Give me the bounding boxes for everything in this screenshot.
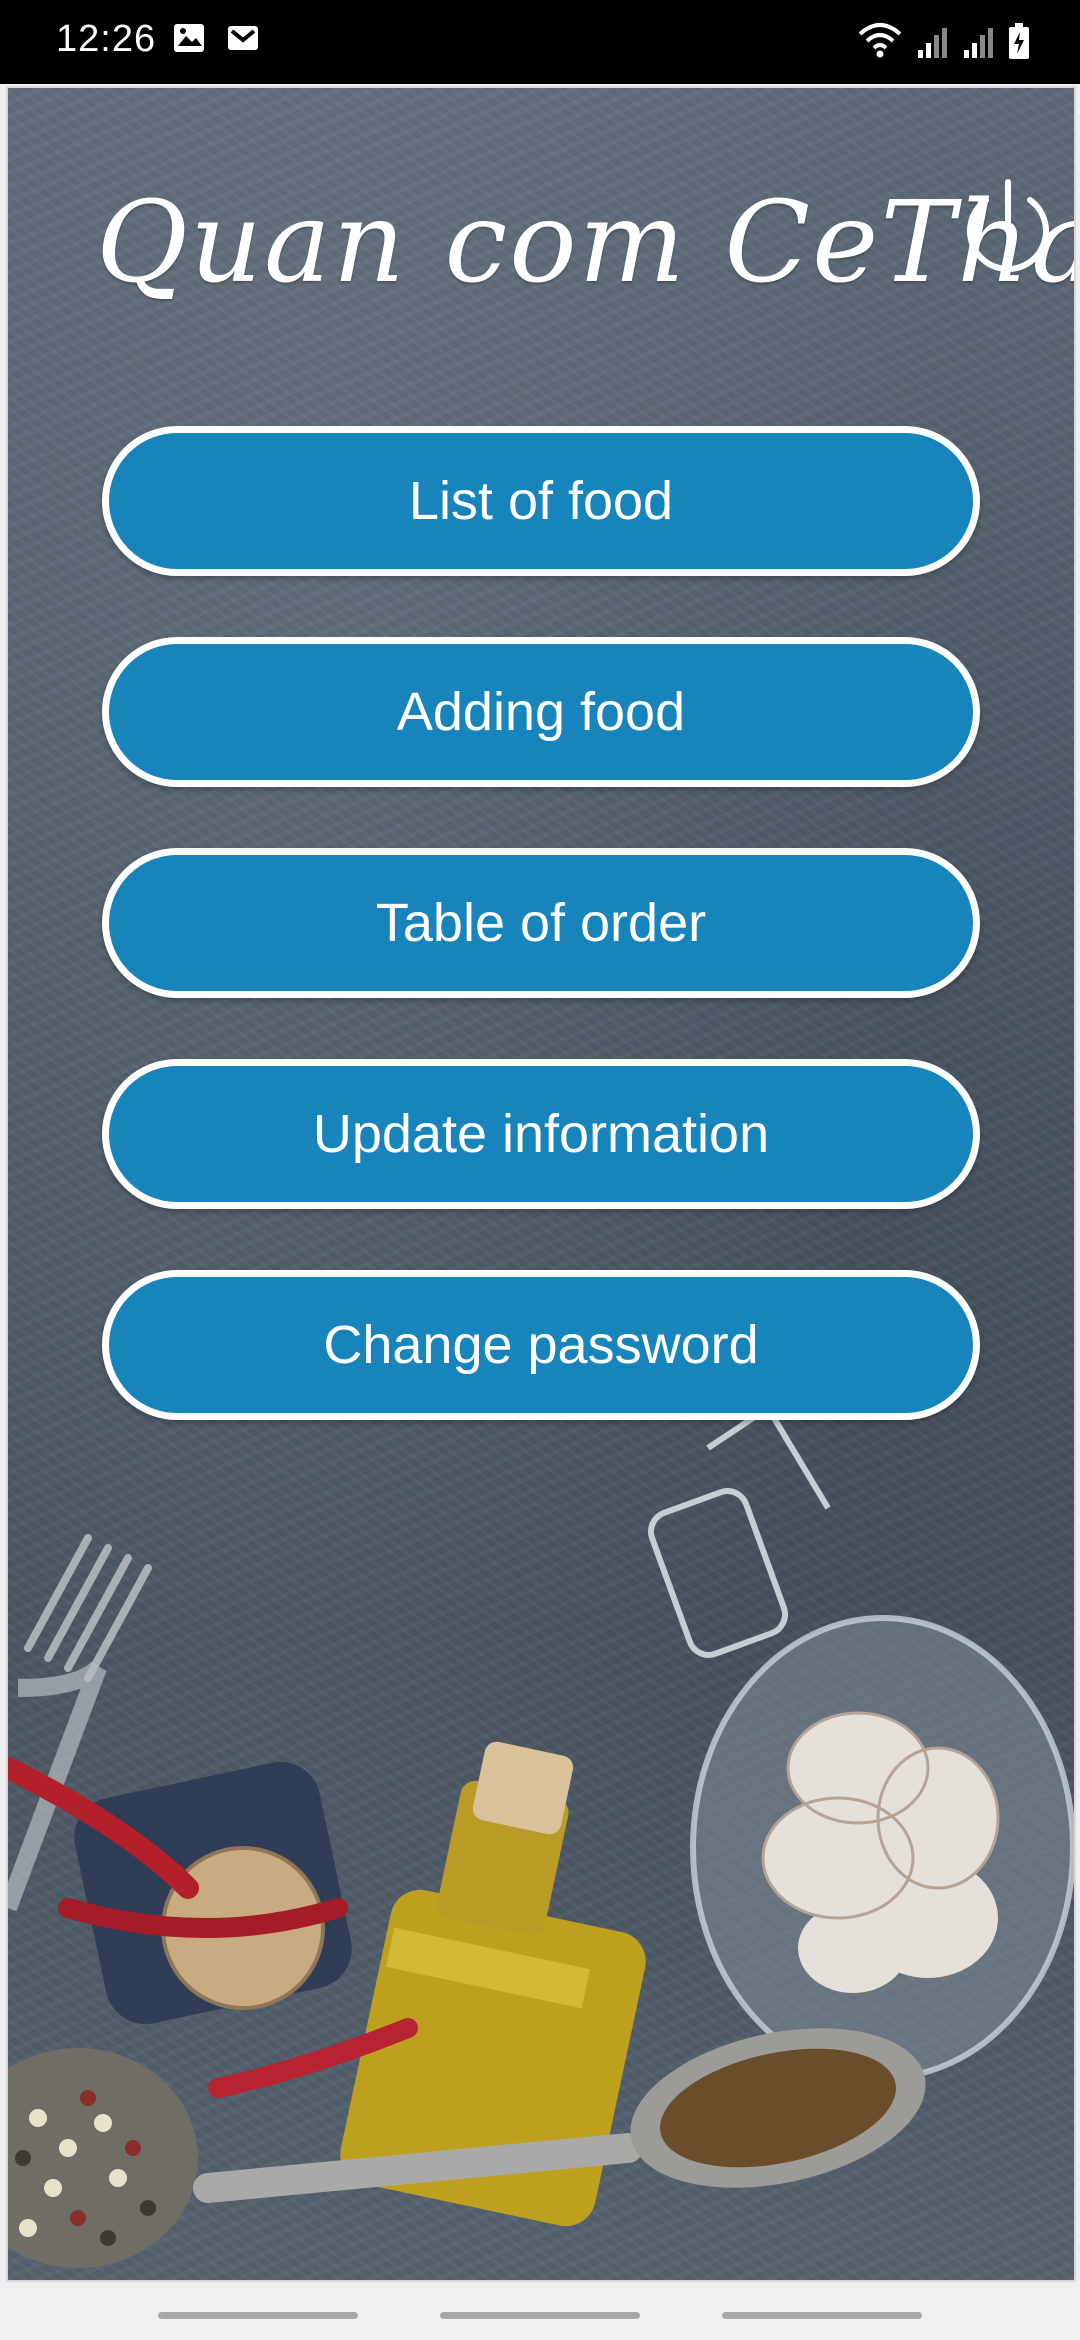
- app-screen: Quan com CeThank List of food Adding foo…: [6, 86, 1076, 2282]
- food-background-illustration: [8, 1403, 1074, 2268]
- status-left-icons: [172, 22, 260, 59]
- recent-apps-button[interactable]: [158, 2312, 358, 2319]
- main-menu: List of food Adding food Table of order …: [102, 426, 986, 1481]
- table-of-order-button[interactable]: Table of order: [102, 848, 980, 998]
- image-icon: [172, 22, 206, 59]
- signal-icon: [916, 26, 948, 65]
- wifi-icon: [858, 20, 902, 65]
- status-bar: 12:26: [0, 0, 1080, 84]
- status-right-icons: [858, 20, 1030, 65]
- gmail-icon: [226, 22, 260, 59]
- app-title: Quan com CeThank: [96, 178, 1074, 308]
- navigation-bar: [0, 2282, 1080, 2340]
- list-of-food-button[interactable]: List of food: [102, 426, 980, 576]
- power-icon: [967, 179, 1049, 272]
- battery-charging-icon: [1008, 22, 1030, 65]
- home-button[interactable]: [440, 2312, 640, 2319]
- back-button[interactable]: [722, 2312, 922, 2319]
- status-time: 12:26: [56, 18, 157, 60]
- power-button[interactable]: [953, 170, 1063, 280]
- signal-icon: [962, 26, 994, 65]
- update-information-button[interactable]: Update information: [102, 1059, 980, 1209]
- adding-food-button[interactable]: Adding food: [102, 637, 980, 787]
- change-password-button[interactable]: Change password: [102, 1270, 980, 1420]
